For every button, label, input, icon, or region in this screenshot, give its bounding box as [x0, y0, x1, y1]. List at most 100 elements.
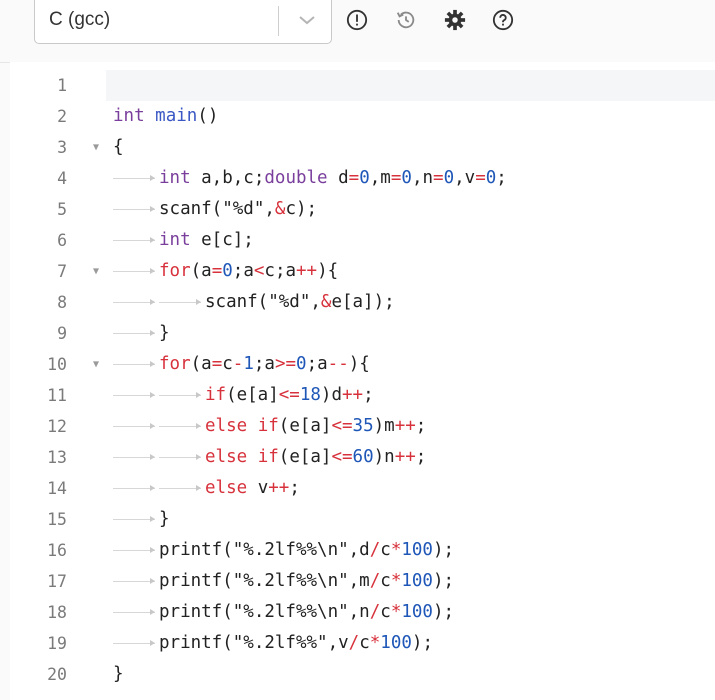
- indent-guide: [113, 578, 155, 584]
- line-number: 4: [57, 169, 67, 188]
- code-token: c: [380, 540, 391, 560]
- line-number: 9: [57, 324, 67, 343]
- fold-toggle-icon[interactable]: ▼: [91, 349, 101, 380]
- indent-guide: [113, 516, 155, 522]
- code-token: /: [369, 571, 381, 591]
- code-token: 18: [299, 385, 321, 405]
- line-number: 1: [57, 76, 67, 95]
- code-text: printf("%.2lf%%\n",m/c*100);: [159, 566, 454, 597]
- code-token: }: [159, 509, 170, 529]
- code-line[interactable]: 17 printf("%.2lf%%\n",m/c*100);: [10, 566, 715, 597]
- code-token: if: [257, 416, 279, 436]
- code-token: ++: [296, 261, 318, 281]
- code-text: int a,b,c;double d=0,m=0,n=0,v=0;: [159, 163, 507, 194]
- indent-guide: [113, 175, 155, 181]
- code-token: e[c];: [190, 230, 254, 250]
- line-number: 17: [47, 572, 67, 591]
- code-line[interactable]: 15}: [10, 504, 715, 535]
- fold-toggle-icon[interactable]: ▼: [91, 256, 101, 287]
- code-line[interactable]: 6 int e[c];: [10, 225, 715, 256]
- code-token: );: [432, 540, 455, 560]
- code-text: int e[c];: [159, 225, 254, 256]
- select-divider: [278, 6, 279, 36]
- code-token: 100: [401, 540, 433, 560]
- code-token: ++: [342, 385, 364, 405]
- code-text: }: [159, 318, 170, 349]
- code-token: --: [327, 354, 349, 374]
- indent-guide: [113, 392, 155, 398]
- code-token: ;: [363, 385, 374, 405]
- code-text: int main(): [113, 101, 218, 132]
- code-token: )n: [373, 447, 395, 467]
- code-token: else: [205, 416, 248, 436]
- indent-guide: [113, 237, 155, 243]
- gear-icon[interactable]: [443, 8, 467, 32]
- code-text: scanf("%d",&e[a]);: [205, 287, 395, 318]
- code-token: (e[a]: [278, 447, 332, 467]
- line-number: 8: [57, 293, 67, 312]
- help-icon[interactable]: [491, 8, 515, 32]
- code-line[interactable]: 2 int main(): [10, 101, 715, 132]
- fold-toggle-icon[interactable]: ▼: [91, 132, 101, 163]
- chevron-down-icon[interactable]: [295, 8, 319, 32]
- code-token: if: [205, 385, 227, 405]
- line-number: 5: [57, 200, 67, 219]
- code-token: 35: [352, 416, 374, 436]
- history-icon[interactable]: [394, 8, 418, 32]
- indent-guide: [113, 454, 155, 460]
- code-token: =: [348, 168, 360, 188]
- code-text: }: [159, 504, 170, 535]
- code-token: v: [247, 478, 269, 498]
- alert-circle-icon[interactable]: [345, 8, 369, 32]
- code-token: printf("%.2lf%%\n",m: [159, 571, 370, 591]
- code-token: ++: [394, 416, 416, 436]
- line-number: 15: [47, 510, 67, 529]
- code-token: 1: [243, 354, 254, 374]
- code-line[interactable]: 14 else v++;: [10, 473, 715, 504]
- code-token: );: [411, 633, 433, 653]
- code-token: *: [390, 540, 402, 560]
- indent-guide: [113, 547, 155, 553]
- code-text: printf("%.2lf%%",v/c*100);: [159, 628, 433, 659]
- code-token: int: [159, 230, 191, 250]
- code-token: c: [380, 571, 391, 591]
- code-token: d: [327, 168, 349, 188]
- line-number: 18: [47, 603, 67, 622]
- code-token: 0: [359, 168, 370, 188]
- code-line[interactable]: 12 else if(e[a]<=35)m++;: [10, 411, 715, 442]
- code-token: );: [432, 571, 455, 591]
- code-token: e[a]);: [331, 292, 395, 312]
- indent-guide: [113, 423, 155, 429]
- code-line[interactable]: 19 printf("%.2lf%%",v/c*100);: [10, 628, 715, 659]
- language-select[interactable]: C (gcc): [34, 0, 332, 44]
- code-line[interactable]: 4 int a,b,c;double d=0,m=0,n=0,v=0;: [10, 163, 715, 194]
- code-line[interactable]: 7 ▼ for(a=0;a<c;a++){: [10, 256, 715, 287]
- indent-guide: [159, 392, 201, 398]
- line-number: 3: [57, 138, 67, 157]
- code-line[interactable]: 11 if(e[a]<=18)d++;: [10, 380, 715, 411]
- code-line[interactable]: 8 scanf("%d",&e[a]);: [10, 287, 715, 318]
- code-line[interactable]: 9}: [10, 318, 715, 349]
- code-line[interactable]: 16 printf("%.2lf%%\n",d/c*100);: [10, 535, 715, 566]
- indent-guide: [113, 330, 155, 336]
- code-line[interactable]: 3 ▼ {: [10, 132, 715, 163]
- code-token: double: [264, 168, 328, 188]
- line-number: 20: [47, 665, 67, 684]
- code-editor[interactable]: 1 2 int main() 3 ▼{4 int a,b,c;double d=0,m=0…: [10, 62, 715, 700]
- code-line[interactable]: 1: [10, 70, 715, 101]
- code-line[interactable]: 10 ▼ for(a=c-1;a>=0;a--){: [10, 349, 715, 380]
- code-token: -: [232, 354, 244, 374]
- code-text: else v++;: [205, 473, 300, 504]
- code-line[interactable]: 13 else if(e[a]<=60)n++;: [10, 442, 715, 473]
- code-token: =: [390, 168, 402, 188]
- code-token: (e[a]: [278, 416, 332, 436]
- code-line[interactable]: 5 scanf("%d",&c);: [10, 194, 715, 225]
- code-token: <: [253, 261, 265, 281]
- indent-guide: [113, 485, 155, 491]
- code-token: 100: [401, 571, 433, 591]
- code-token: scanf("%d",: [205, 292, 321, 312]
- code-token: 0: [401, 168, 412, 188]
- code-line[interactable]: 20}: [10, 659, 715, 690]
- code-line[interactable]: 18 printf("%.2lf%%\n",n/c*100);: [10, 597, 715, 628]
